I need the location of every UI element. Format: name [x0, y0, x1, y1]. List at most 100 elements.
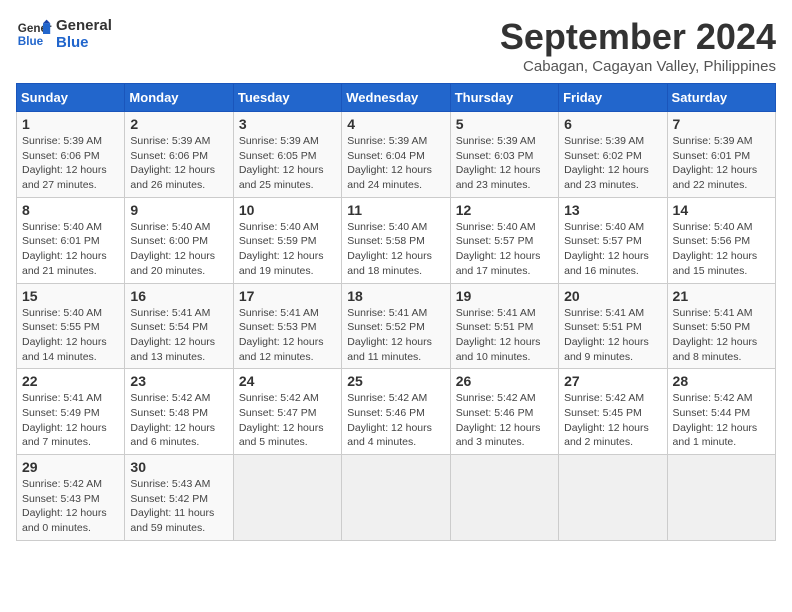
title-area: September 2024 Cabagan, Cagayan Valley, … — [500, 16, 776, 75]
day-detail: Sunrise: 5:41 AM Sunset: 5:51 PM Dayligh… — [456, 306, 553, 365]
day-detail: Sunrise: 5:42 AM Sunset: 5:44 PM Dayligh… — [673, 391, 770, 450]
table-row: 17 Sunrise: 5:41 AM Sunset: 5:53 PM Dayl… — [233, 283, 341, 369]
table-row: 24 Sunrise: 5:42 AM Sunset: 5:47 PM Dayl… — [233, 369, 341, 455]
day-number: 20 — [564, 288, 661, 304]
day-detail: Sunrise: 5:42 AM Sunset: 5:46 PM Dayligh… — [456, 391, 553, 450]
day-detail: Sunrise: 5:40 AM Sunset: 5:57 PM Dayligh… — [456, 220, 553, 279]
table-row: 23 Sunrise: 5:42 AM Sunset: 5:48 PM Dayl… — [125, 369, 233, 455]
day-number: 7 — [673, 116, 770, 132]
day-number: 10 — [239, 202, 336, 218]
table-row: 16 Sunrise: 5:41 AM Sunset: 5:54 PM Dayl… — [125, 283, 233, 369]
day-detail: Sunrise: 5:40 AM Sunset: 5:57 PM Dayligh… — [564, 220, 661, 279]
day-detail: Sunrise: 5:42 AM Sunset: 5:45 PM Dayligh… — [564, 391, 661, 450]
table-row: 13 Sunrise: 5:40 AM Sunset: 5:57 PM Dayl… — [559, 197, 667, 283]
day-detail: Sunrise: 5:39 AM Sunset: 6:01 PM Dayligh… — [673, 134, 770, 193]
day-number: 8 — [22, 202, 119, 218]
day-number: 24 — [239, 373, 336, 389]
calendar-row: 15 Sunrise: 5:40 AM Sunset: 5:55 PM Dayl… — [17, 283, 776, 369]
calendar-row: 22 Sunrise: 5:41 AM Sunset: 5:49 PM Dayl… — [17, 369, 776, 455]
logo-icon: General Blue — [16, 16, 52, 52]
day-number: 13 — [564, 202, 661, 218]
col-friday: Friday — [559, 84, 667, 112]
table-row: 27 Sunrise: 5:42 AM Sunset: 5:45 PM Dayl… — [559, 369, 667, 455]
day-number: 18 — [347, 288, 444, 304]
table-row: 30 Sunrise: 5:43 AM Sunset: 5:42 PM Dayl… — [125, 455, 233, 541]
day-detail: Sunrise: 5:43 AM Sunset: 5:42 PM Dayligh… — [130, 477, 227, 536]
svg-text:Blue: Blue — [18, 35, 44, 48]
table-row: 9 Sunrise: 5:40 AM Sunset: 6:00 PM Dayli… — [125, 197, 233, 283]
day-detail: Sunrise: 5:40 AM Sunset: 5:59 PM Dayligh… — [239, 220, 336, 279]
table-row: 5 Sunrise: 5:39 AM Sunset: 6:03 PM Dayli… — [450, 112, 558, 198]
day-number: 14 — [673, 202, 770, 218]
location-title: Cabagan, Cagayan Valley, Philippines — [500, 58, 776, 75]
table-row — [667, 455, 775, 541]
col-sunday: Sunday — [17, 84, 125, 112]
logo-general: General — [56, 17, 112, 34]
day-number: 23 — [130, 373, 227, 389]
day-number: 5 — [456, 116, 553, 132]
day-detail: Sunrise: 5:39 AM Sunset: 6:02 PM Dayligh… — [564, 134, 661, 193]
day-detail: Sunrise: 5:42 AM Sunset: 5:43 PM Dayligh… — [22, 477, 119, 536]
day-detail: Sunrise: 5:39 AM Sunset: 6:03 PM Dayligh… — [456, 134, 553, 193]
day-number: 16 — [130, 288, 227, 304]
day-detail: Sunrise: 5:42 AM Sunset: 5:47 PM Dayligh… — [239, 391, 336, 450]
calendar-table: Sunday Monday Tuesday Wednesday Thursday… — [16, 83, 776, 541]
day-number: 11 — [347, 202, 444, 218]
table-row: 2 Sunrise: 5:39 AM Sunset: 6:06 PM Dayli… — [125, 112, 233, 198]
day-number: 1 — [22, 116, 119, 132]
day-detail: Sunrise: 5:42 AM Sunset: 5:46 PM Dayligh… — [347, 391, 444, 450]
day-detail: Sunrise: 5:40 AM Sunset: 5:58 PM Dayligh… — [347, 220, 444, 279]
table-row: 19 Sunrise: 5:41 AM Sunset: 5:51 PM Dayl… — [450, 283, 558, 369]
table-row: 15 Sunrise: 5:40 AM Sunset: 5:55 PM Dayl… — [17, 283, 125, 369]
table-row: 1 Sunrise: 5:39 AM Sunset: 6:06 PM Dayli… — [17, 112, 125, 198]
day-detail: Sunrise: 5:42 AM Sunset: 5:48 PM Dayligh… — [130, 391, 227, 450]
day-number: 26 — [456, 373, 553, 389]
table-row — [450, 455, 558, 541]
day-number: 27 — [564, 373, 661, 389]
col-tuesday: Tuesday — [233, 84, 341, 112]
table-row: 25 Sunrise: 5:42 AM Sunset: 5:46 PM Dayl… — [342, 369, 450, 455]
page-header: General Blue General Blue September 2024… — [16, 16, 776, 75]
table-row: 4 Sunrise: 5:39 AM Sunset: 6:04 PM Dayli… — [342, 112, 450, 198]
col-wednesday: Wednesday — [342, 84, 450, 112]
day-number: 4 — [347, 116, 444, 132]
day-number: 22 — [22, 373, 119, 389]
table-row: 26 Sunrise: 5:42 AM Sunset: 5:46 PM Dayl… — [450, 369, 558, 455]
calendar-row: 1 Sunrise: 5:39 AM Sunset: 6:06 PM Dayli… — [17, 112, 776, 198]
table-row: 20 Sunrise: 5:41 AM Sunset: 5:51 PM Dayl… — [559, 283, 667, 369]
col-thursday: Thursday — [450, 84, 558, 112]
month-title: September 2024 — [500, 16, 776, 58]
day-detail: Sunrise: 5:39 AM Sunset: 6:04 PM Dayligh… — [347, 134, 444, 193]
day-detail: Sunrise: 5:40 AM Sunset: 6:01 PM Dayligh… — [22, 220, 119, 279]
table-row: 12 Sunrise: 5:40 AM Sunset: 5:57 PM Dayl… — [450, 197, 558, 283]
day-detail: Sunrise: 5:41 AM Sunset: 5:52 PM Dayligh… — [347, 306, 444, 365]
day-number: 21 — [673, 288, 770, 304]
table-row: 6 Sunrise: 5:39 AM Sunset: 6:02 PM Dayli… — [559, 112, 667, 198]
day-number: 6 — [564, 116, 661, 132]
table-row — [559, 455, 667, 541]
day-number: 12 — [456, 202, 553, 218]
table-row: 29 Sunrise: 5:42 AM Sunset: 5:43 PM Dayl… — [17, 455, 125, 541]
table-row: 18 Sunrise: 5:41 AM Sunset: 5:52 PM Dayl… — [342, 283, 450, 369]
table-row: 28 Sunrise: 5:42 AM Sunset: 5:44 PM Dayl… — [667, 369, 775, 455]
col-monday: Monday — [125, 84, 233, 112]
day-detail: Sunrise: 5:39 AM Sunset: 6:05 PM Dayligh… — [239, 134, 336, 193]
table-row — [233, 455, 341, 541]
day-number: 19 — [456, 288, 553, 304]
col-saturday: Saturday — [667, 84, 775, 112]
day-detail: Sunrise: 5:39 AM Sunset: 6:06 PM Dayligh… — [130, 134, 227, 193]
table-row: 10 Sunrise: 5:40 AM Sunset: 5:59 PM Dayl… — [233, 197, 341, 283]
day-detail: Sunrise: 5:41 AM Sunset: 5:51 PM Dayligh… — [564, 306, 661, 365]
day-detail: Sunrise: 5:40 AM Sunset: 5:56 PM Dayligh… — [673, 220, 770, 279]
table-row: 21 Sunrise: 5:41 AM Sunset: 5:50 PM Dayl… — [667, 283, 775, 369]
table-row — [342, 455, 450, 541]
day-number: 28 — [673, 373, 770, 389]
table-row: 14 Sunrise: 5:40 AM Sunset: 5:56 PM Dayl… — [667, 197, 775, 283]
logo-blue: Blue — [56, 34, 112, 51]
calendar-row: 29 Sunrise: 5:42 AM Sunset: 5:43 PM Dayl… — [17, 455, 776, 541]
table-row: 7 Sunrise: 5:39 AM Sunset: 6:01 PM Dayli… — [667, 112, 775, 198]
day-number: 25 — [347, 373, 444, 389]
day-detail: Sunrise: 5:41 AM Sunset: 5:50 PM Dayligh… — [673, 306, 770, 365]
day-detail: Sunrise: 5:41 AM Sunset: 5:53 PM Dayligh… — [239, 306, 336, 365]
table-row: 22 Sunrise: 5:41 AM Sunset: 5:49 PM Dayl… — [17, 369, 125, 455]
